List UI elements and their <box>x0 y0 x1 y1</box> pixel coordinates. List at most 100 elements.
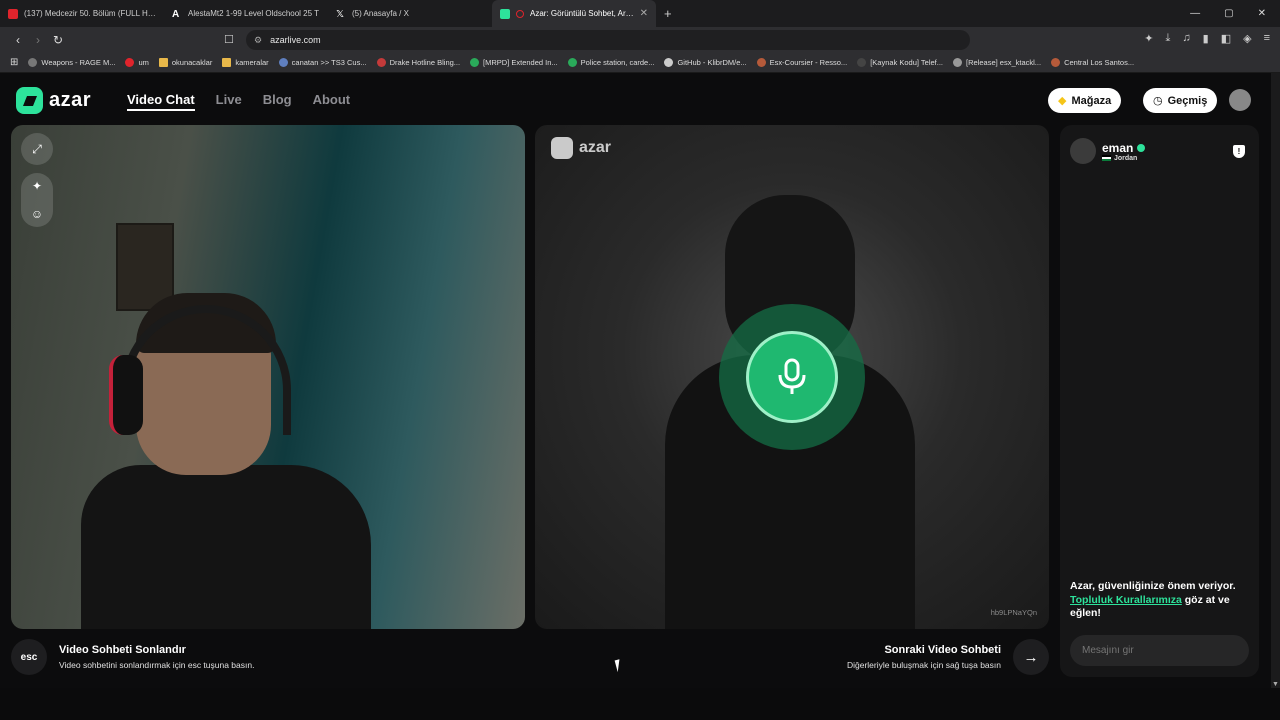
shop-button[interactable]: ◆ Mağaza <box>1048 88 1122 113</box>
partner-name-row: eman <box>1102 140 1146 155</box>
browser-tab-active[interactable]: Azar: Görüntülü Sohbet, Arka ✕ <box>492 0 656 27</box>
esc-button[interactable]: esc <box>11 639 47 675</box>
microphone-icon <box>778 358 806 394</box>
next-chat-arrow-icon[interactable]: → <box>1013 639 1049 675</box>
browser-toolbar: ✦ ⤓ ♫ ▮ ◧ ◈ ≡ <box>1144 32 1270 45</box>
folder-icon <box>222 58 232 67</box>
maximize-icon[interactable]: ▢ <box>1224 8 1233 19</box>
browser-tab[interactable]: (137) Medcezir 50. Bölüm (FULL HD) <box>0 0 164 27</box>
bookmark-item[interactable]: GitHub - KlibrDM/e... <box>664 58 747 67</box>
menu-icon[interactable]: ≡ <box>1264 32 1270 45</box>
a-logo-icon: A <box>172 8 180 20</box>
next-chat-title: Sonraki Video Sohbeti <box>884 644 1001 656</box>
nav-about[interactable]: About <box>313 92 351 111</box>
azar-logo[interactable]: azar <box>16 87 91 114</box>
partner-name: eman <box>1102 140 1134 155</box>
bookmark-item[interactable]: [Kaynak Kodu] Telef... <box>857 58 943 67</box>
expand-icon[interactable]: ⤢ <box>21 133 53 165</box>
wallet-icon[interactable]: ◧ <box>1221 32 1231 45</box>
chat-panel: eman Jordan ! Azar, güvenliğinize önem v… <box>1060 125 1259 677</box>
forward-icon[interactable]: › <box>28 33 48 47</box>
apps-grid-icon[interactable]: ⊞ <box>10 57 18 68</box>
nav-live[interactable]: Live <box>216 92 242 111</box>
azar-logo-icon <box>16 87 43 114</box>
sidebar-icon[interactable]: ▮ <box>1203 32 1209 45</box>
jordan-flag-icon <box>1102 155 1111 161</box>
reload-icon[interactable]: ↻ <box>48 33 68 47</box>
bookmark-item[interactable]: Drake Hotline Bling... <box>376 58 460 67</box>
nav-blog[interactable]: Blog <box>263 92 292 111</box>
effects-toolgroup: ✦ ☺ <box>21 173 53 227</box>
url-field[interactable]: ⚙ azarlive.com <box>246 30 970 50</box>
bookmark-item[interactable]: Weapons - RAGE M... <box>28 58 115 67</box>
bookmark-item[interactable]: [MRPD] Extended In... <box>470 58 558 67</box>
download-icon[interactable]: ⤓ <box>1166 32 1171 45</box>
recording-icon <box>516 9 524 18</box>
browser-tab[interactable]: A AlestaMt2 1-99 Level Oldschool 25 T <box>164 0 328 27</box>
url-text: azarlive.com <box>270 35 321 45</box>
bookmark-favicon-icon <box>376 58 386 67</box>
partner-avatar[interactable] <box>1070 138 1096 164</box>
report-shield-icon[interactable]: ! <box>1233 145 1245 158</box>
online-status-icon <box>1137 143 1146 152</box>
community-rules-link[interactable]: Topluluk Kurallarımıza <box>1070 594 1182 606</box>
back-icon[interactable]: ‹ <box>8 33 28 47</box>
bookmark-item[interactable]: Esx-Coursier - Resso... <box>756 58 847 67</box>
bookmark-folder[interactable]: okunacaklar <box>158 58 212 67</box>
mouse-cursor-icon <box>614 657 628 673</box>
browser-tab-bar: (137) Medcezir 50. Bölüm (FULL HD) A Ale… <box>0 0 1280 27</box>
profile-avatar[interactable] <box>1229 89 1251 111</box>
extensions-icon[interactable]: ✦ <box>1144 32 1153 45</box>
bookmarks-bar: ⊞ Weapons - RAGE M... um okunacaklar kam… <box>0 53 1280 73</box>
next-chat-hint: Sonraki Video Sohbeti Diğerleriyle buluş… <box>847 639 1049 675</box>
azar-page: azar Video Chat Live Blog About ◆ Mağaza… <box>0 73 1280 688</box>
bookmark-folder[interactable]: kameralar <box>222 58 269 67</box>
azar-watermark-icon <box>551 137 573 159</box>
sparkle-effects-icon[interactable]: ✦ <box>32 179 42 193</box>
safety-notice: Azar, güvenliğinize önem veriyor. Toplul… <box>1070 580 1236 619</box>
history-button[interactable]: ◷ Geçmiş <box>1143 88 1218 113</box>
local-video-panel: ⤢ ✦ ☺ <box>11 125 525 629</box>
bookmark-item[interactable]: Central Los Santos... <box>1051 58 1134 67</box>
close-window-icon[interactable]: ✕ <box>1258 8 1266 19</box>
tab-title: AlestaMt2 1-99 Level Oldschool 25 T <box>188 9 320 18</box>
window-controls: — ▢ ✕ <box>1190 8 1280 19</box>
bookmark-item[interactable]: [Release] esx_ktackl... <box>953 58 1041 67</box>
scroll-down-icon[interactable]: ▼ <box>1272 681 1279 688</box>
bookmark-favicon-icon <box>567 58 577 67</box>
new-tab-icon[interactable]: + <box>656 6 680 21</box>
earcup <box>109 355 143 435</box>
media-icon[interactable]: ♫ <box>1182 32 1190 45</box>
browser-tab[interactable]: 𝕏 (5) Anasayfa / X <box>328 0 492 27</box>
azar-icon <box>500 8 510 19</box>
bookmark-favicon-icon <box>953 58 963 67</box>
minimize-icon[interactable]: — <box>1190 8 1200 19</box>
bookmark-icon[interactable]: ☐ <box>224 33 234 46</box>
end-chat-title: Video Sohbeti Sonlandır <box>59 644 186 656</box>
end-chat-subtitle: Video sohbetini sonlandırmak için esc tu… <box>59 660 255 670</box>
main-nav: Video Chat Live Blog About <box>127 92 350 111</box>
github-icon <box>664 58 674 67</box>
bookmark-item[interactable]: canatan >> TS3 Cus... <box>278 58 367 67</box>
end-chat-hint: esc Video Sohbeti Sonlandır Video sohbet… <box>11 639 254 675</box>
mic-button[interactable] <box>746 331 838 423</box>
bookmark-item[interactable]: Police station, carde... <box>567 58 654 67</box>
face-filter-icon[interactable]: ☺ <box>31 207 43 221</box>
bookmark-item[interactable]: um <box>125 58 149 67</box>
close-tab-icon[interactable]: ✕ <box>640 8 648 19</box>
azar-watermark: azar <box>551 137 611 159</box>
video-tools: ⤢ ✦ ☺ <box>21 133 53 227</box>
peer-id: hb9LPNaYQn <box>990 608 1037 617</box>
message-input[interactable] <box>1070 635 1249 666</box>
site-info-icon[interactable]: ⚙ <box>254 35 262 46</box>
bookmark-favicon-icon <box>470 58 480 67</box>
mic-indicator[interactable] <box>719 304 865 450</box>
tab-title: (137) Medcezir 50. Bölüm (FULL HD) <box>24 9 156 18</box>
logo-text: azar <box>49 89 92 111</box>
page-scrollbar[interactable]: ▼ <box>1271 73 1280 688</box>
vpn-icon[interactable]: ◈ <box>1243 32 1251 45</box>
nav-video-chat[interactable]: Video Chat <box>127 92 195 111</box>
bookmark-favicon-icon <box>857 58 867 67</box>
youtube-icon <box>125 58 135 67</box>
folder-icon <box>158 58 168 67</box>
